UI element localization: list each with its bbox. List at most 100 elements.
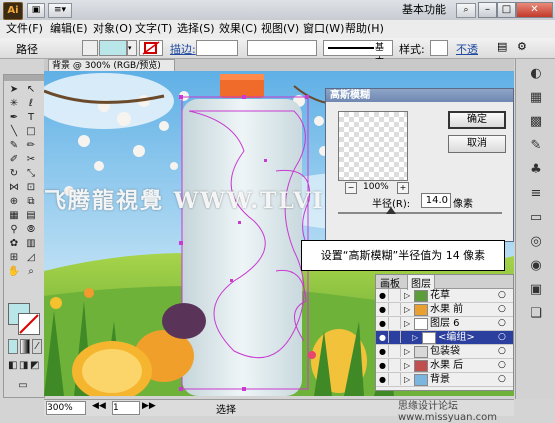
draw-behind-icon[interactable]: ◨ [19, 359, 28, 372]
stroke-weight-field[interactable] [196, 40, 238, 56]
blob-brush-tool-icon[interactable]: ✐ [7, 153, 21, 166]
bridge-icon[interactable]: ▣ [27, 3, 45, 18]
layer-row[interactable]: ● ▷ 水果 前 ○ [376, 303, 513, 317]
visibility-eye-icon[interactable]: ● [377, 359, 389, 371]
tab-artboards[interactable]: 画板 [380, 275, 400, 290]
menu-help[interactable]: 帮助(H) [343, 22, 386, 36]
ok-button[interactable]: 确定 [448, 111, 506, 129]
paintbrush-tool-icon[interactable]: ✎ [7, 139, 21, 152]
expand-triangle-icon[interactable]: ▷ [404, 317, 410, 330]
stroke-label[interactable]: 描边: [170, 41, 196, 57]
zoom-in-button[interactable]: + [397, 182, 409, 194]
column-graph-tool-icon[interactable]: ▥ [24, 237, 38, 250]
draw-normal-icon[interactable]: ◧ [8, 359, 17, 372]
width-tool-icon[interactable]: ⋈ [7, 181, 21, 194]
scale-tool-icon[interactable]: ⤡ [24, 167, 38, 180]
draw-inside-icon[interactable]: ◩ [30, 359, 39, 372]
magic-wand-tool-icon[interactable]: ✳ [7, 97, 21, 110]
graphic-style-swatch[interactable] [430, 40, 448, 56]
fill-dropdown[interactable]: ▾ [127, 40, 137, 56]
menu-view[interactable]: 视图(V) [259, 22, 301, 36]
zoom-out-button[interactable]: − [345, 182, 357, 194]
stroke-panel-icon[interactable]: ≡ [525, 185, 547, 203]
menu-object[interactable]: 对象(O) [91, 22, 134, 36]
close-button[interactable]: ✕ [516, 2, 553, 18]
recolor-icon[interactable] [82, 40, 98, 56]
document-setup-icon[interactable]: ▤ [497, 40, 507, 53]
mesh-tool-icon[interactable]: ▦ [7, 209, 21, 222]
eyedropper-tool-icon[interactable]: ⚲ [7, 223, 21, 236]
menu-file[interactable]: 文件(F) [4, 22, 45, 36]
radius-slider-track[interactable] [338, 212, 502, 214]
visibility-eye-icon[interactable]: ● [377, 331, 389, 343]
target-circle-icon[interactable]: ○ [498, 303, 506, 316]
cancel-button[interactable]: 取消 [448, 135, 506, 153]
color-panel-icon[interactable]: ◐ [525, 65, 547, 83]
dialog-title-bar[interactable]: 高斯模糊 [326, 89, 513, 102]
target-circle-icon[interactable]: ○ [498, 289, 506, 302]
expand-triangle-icon[interactable]: ▷ [404, 359, 410, 372]
arrange-documents-button[interactable]: ≡▾ [48, 3, 72, 18]
tools-grip[interactable] [4, 75, 44, 81]
lock-toggle[interactable] [390, 303, 401, 315]
lock-toggle[interactable] [390, 289, 401, 301]
eraser-tool-icon[interactable]: ✂ [24, 153, 38, 166]
target-circle-icon[interactable]: ○ [498, 345, 506, 358]
hand-tool-icon[interactable]: ✋ [7, 265, 21, 278]
symbol-sprayer-tool-icon[interactable]: ✿ [7, 237, 21, 250]
rotate-tool-icon[interactable]: ↻ [7, 167, 21, 180]
tab-layers[interactable]: 图层 [407, 275, 435, 290]
gradient-panel-icon[interactable]: ▭ [525, 209, 547, 227]
transparency-panel-icon[interactable]: ◎ [525, 233, 547, 251]
fill-color-swatch[interactable] [99, 40, 127, 56]
target-circle-icon[interactable]: ○ [498, 359, 506, 372]
symbols-panel-icon[interactable]: ♣ [525, 161, 547, 179]
layers-panel-icon[interactable]: ❏ [525, 305, 547, 323]
search-icon[interactable]: ⌕ [456, 3, 476, 18]
lock-toggle[interactable] [390, 331, 401, 343]
rectangle-tool-icon[interactable]: □ [24, 125, 38, 138]
expand-triangle-icon[interactable]: ▷ [404, 373, 410, 386]
pen-tool-icon[interactable]: ✒ [7, 111, 21, 124]
graphic-styles-panel-icon[interactable]: ▣ [525, 281, 547, 299]
expand-triangle-icon[interactable]: ▷ [404, 303, 410, 316]
visibility-eye-icon[interactable]: ● [377, 289, 389, 301]
stroke-color-swatch[interactable] [139, 40, 163, 56]
gradient-mode-icon[interactable] [20, 339, 30, 354]
menu-select[interactable]: 选择(S) [175, 22, 217, 36]
visibility-eye-icon[interactable]: ● [377, 373, 389, 385]
align-icon[interactable]: ⚙ [517, 40, 527, 53]
swatches-panel-icon[interactable]: ▩ [525, 113, 547, 131]
color-guide-icon[interactable]: ▦ [525, 89, 547, 107]
zoom-tool-icon[interactable]: ⌕ [24, 265, 38, 278]
preview-pane[interactable] [338, 111, 408, 181]
shape-builder-tool-icon[interactable]: ⊕ [7, 195, 21, 208]
appearance-panel-icon[interactable]: ◉ [525, 257, 547, 275]
layer-row[interactable]: ● ▷ <编组> ○ [376, 331, 513, 345]
visibility-eye-icon[interactable]: ● [377, 317, 389, 329]
brushes-panel-icon[interactable]: ✎ [525, 137, 547, 155]
selection-tool-icon[interactable]: ➤ [7, 83, 21, 96]
next-page-icon[interactable]: ▶▶ [142, 401, 156, 411]
screen-mode-icon[interactable]: ▭ [16, 379, 30, 392]
radius-slider-thumb[interactable] [386, 207, 396, 214]
layer-row[interactable]: ● ▷ 背景 ○ [376, 373, 513, 387]
layer-row[interactable]: ● ▷ 图层 6 ○ [376, 317, 513, 331]
gradient-tool-icon[interactable]: ▤ [24, 209, 38, 222]
workspace-switcher[interactable]: 基本功能 ▾ [402, 3, 452, 30]
variable-width-dropdown[interactable] [247, 40, 317, 56]
stroke-swatch[interactable] [18, 313, 40, 335]
layer-row[interactable]: ● ▷ 包装袋 ○ [376, 345, 513, 359]
expand-triangle-icon[interactable]: ▷ [404, 289, 410, 302]
first-page-icon[interactable]: ◀◀ [92, 401, 106, 411]
target-circle-icon[interactable]: ○ [498, 373, 506, 386]
none-mode-icon[interactable]: ⁄ [32, 339, 42, 354]
minimize-button[interactable]: – [478, 2, 497, 18]
blend-tool-icon[interactable]: ⦾ [24, 223, 38, 236]
lock-toggle[interactable] [390, 373, 401, 385]
menu-window[interactable]: 窗口(W) [301, 22, 346, 36]
opacity-label[interactable]: 不透 [456, 41, 478, 57]
direct-selection-tool-icon[interactable]: ↖ [24, 83, 38, 96]
menu-type[interactable]: 文字(T) [133, 22, 174, 36]
target-circle-icon[interactable]: ○ [498, 317, 506, 330]
